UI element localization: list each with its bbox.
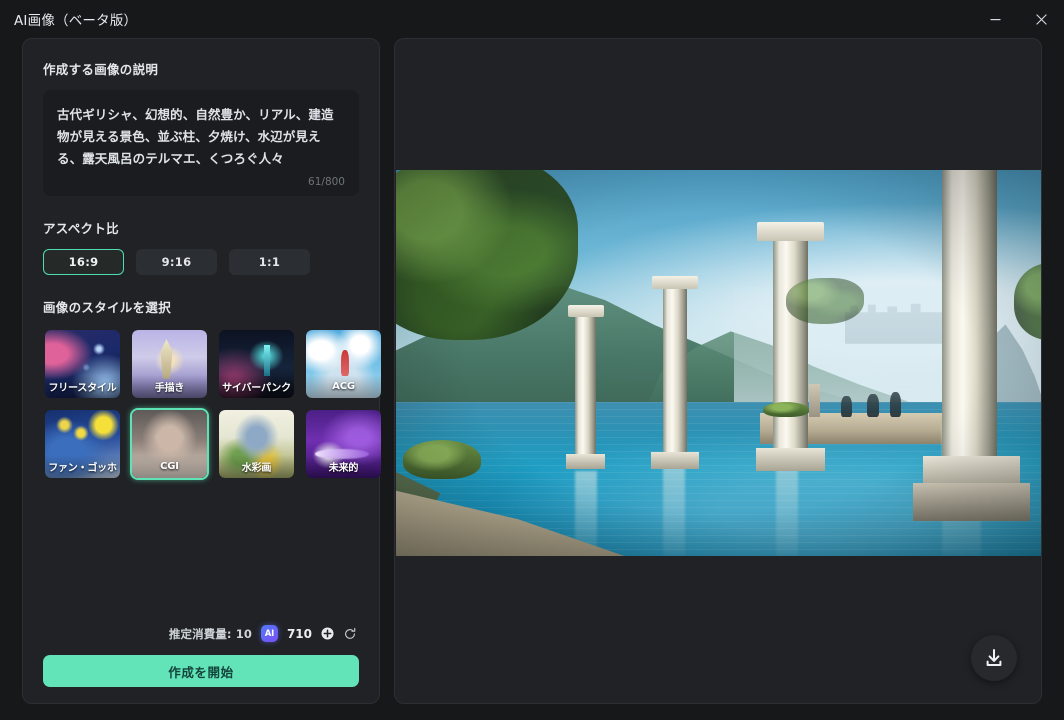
- estimated-cost-label: 推定消費量: 10: [168, 626, 252, 641]
- style-label-futuristic: 未来的: [306, 454, 381, 478]
- style-option-futuristic[interactable]: 未来的: [304, 408, 383, 480]
- preview-panel: [394, 38, 1042, 704]
- generated-image-wrapper[interactable]: [396, 170, 1041, 556]
- style-section: 画像のスタイルを選択 フリースタイル 手描き サイバーパンク ACG ファン・ゴ…: [43, 297, 381, 480]
- close-button[interactable]: [1018, 0, 1064, 38]
- refresh-icon[interactable]: [343, 627, 357, 641]
- plus-circle-icon[interactable]: [321, 627, 334, 640]
- style-label-handdrawn: 手描き: [132, 374, 207, 398]
- style-option-van-gogh[interactable]: ファン・ゴッホ: [43, 408, 122, 480]
- style-option-freestyle[interactable]: フリースタイル: [43, 328, 122, 400]
- window-body: 作成する画像の説明 古代ギリシャ、幻想的、自然豊か、リアル、建造物が見える景色、…: [0, 38, 1064, 720]
- style-option-handdrawn[interactable]: 手描き: [130, 328, 209, 400]
- settings-panel: 作成する画像の説明 古代ギリシャ、幻想的、自然豊か、リアル、建造物が見える景色、…: [22, 38, 381, 704]
- ai-image-window: AI画像（ベータ版） 作成する画像の説明 古代ギリシャ、幻想的、自然豊か、リアル…: [0, 0, 1064, 720]
- window-controls: [972, 0, 1064, 38]
- aspect-option-1-1[interactable]: 1:1: [229, 248, 310, 275]
- aspect-section-label: アスペクト比: [43, 220, 119, 236]
- aspect-ratio-section: アスペクト比 16:9 9:16 1:1: [43, 218, 359, 275]
- credits-row: 推定消費量: 10 AI 710: [43, 625, 359, 642]
- plus-circle-glyph: [321, 627, 334, 640]
- start-generation-button[interactable]: 作成を開始: [43, 655, 359, 687]
- refresh-glyph: [345, 627, 356, 639]
- ai-credit-badge-icon: AI: [260, 625, 278, 642]
- style-option-cgi[interactable]: CGI: [130, 407, 209, 480]
- scene-vignette: [396, 170, 1041, 556]
- style-option-acg[interactable]: ACG: [304, 328, 383, 400]
- panel-spacer: [43, 480, 359, 625]
- style-option-cyberpunk[interactable]: サイバーパンク: [217, 328, 296, 400]
- credit-balance: 710: [286, 626, 312, 641]
- generated-image: [396, 170, 1041, 556]
- close-icon: [1035, 13, 1047, 25]
- style-label-cgi: CGI: [132, 454, 207, 478]
- title-bar: AI画像（ベータ版）: [0, 0, 1064, 38]
- download-icon: [986, 649, 1002, 666]
- style-label-van-gogh: ファン・ゴッホ: [45, 454, 120, 478]
- prompt-char-counter: 61/800: [308, 175, 345, 188]
- window-title: AI画像（ベータ版）: [14, 13, 138, 29]
- minimize-button[interactable]: [972, 0, 1018, 38]
- style-option-watercolor[interactable]: 水彩画: [217, 408, 296, 480]
- style-section-label: 画像のスタイルを選択: [43, 299, 172, 315]
- style-label-cyberpunk: サイバーパンク: [219, 374, 294, 398]
- download-button[interactable]: [971, 635, 1017, 681]
- style-grid: フリースタイル 手描き サイバーパンク ACG ファン・ゴッホ CGI 水彩画 …: [43, 328, 381, 480]
- minimize-icon: [990, 18, 1000, 20]
- style-label-watercolor: 水彩画: [219, 454, 294, 478]
- prompt-section-label: 作成する画像の説明: [43, 62, 159, 77]
- style-label-freestyle: フリースタイル: [45, 374, 120, 398]
- prompt-input[interactable]: 古代ギリシャ、幻想的、自然豊か、リアル、建造物が見える景色、並ぶ柱、夕焼け、水辺…: [43, 90, 359, 196]
- aspect-ratio-options: 16:9 9:16 1:1: [43, 248, 359, 275]
- aspect-option-16-9[interactable]: 16:9: [43, 248, 124, 275]
- style-label-acg: ACG: [306, 374, 381, 398]
- aspect-option-9-16[interactable]: 9:16: [136, 248, 217, 275]
- prompt-text: 古代ギリシャ、幻想的、自然豊か、リアル、建造物が見える景色、並ぶ柱、夕焼け、水辺…: [57, 107, 334, 166]
